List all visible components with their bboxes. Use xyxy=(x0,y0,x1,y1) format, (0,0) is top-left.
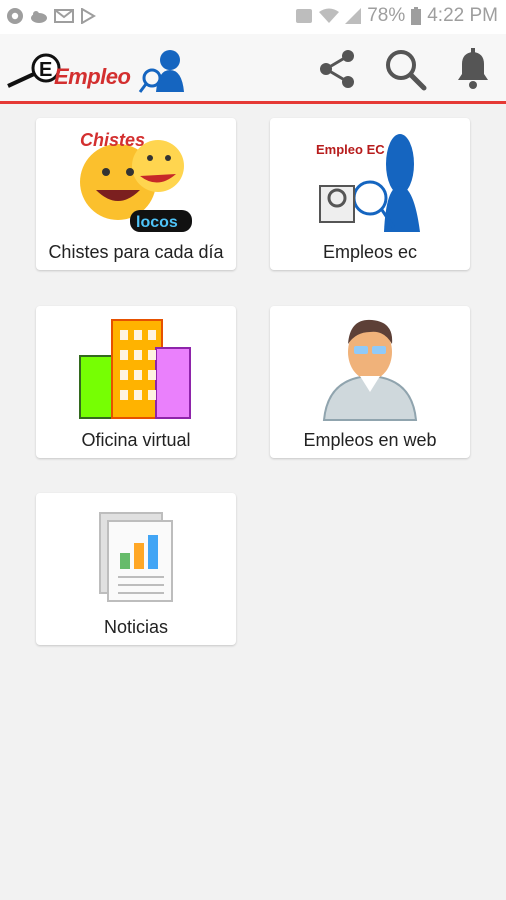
play-store-icon xyxy=(81,8,96,24)
svg-text:E: E xyxy=(39,59,52,81)
card-label: Chistes para cada día xyxy=(48,242,224,262)
locos-image-text: locos xyxy=(136,214,178,231)
mail-icon xyxy=(54,9,74,23)
signal-icon xyxy=(345,8,362,24)
card-empleos-en-web[interactable]: Empleos en web xyxy=(270,306,470,458)
businessman-avatar-icon xyxy=(322,319,418,421)
laughing-emoji-icon: Chistes locos xyxy=(80,130,192,232)
logo-text: Empleo xyxy=(54,64,131,89)
app-bar-divider xyxy=(0,101,506,104)
newspaper-chart-icon xyxy=(99,512,173,602)
card-chistes[interactable]: Chistes locos Chistes para cada día xyxy=(36,118,236,270)
buildings-icon xyxy=(79,319,191,419)
app-logo: E Empleo xyxy=(4,46,194,94)
card-label: Empleos ec xyxy=(322,242,418,262)
clock: 4:22 PM xyxy=(427,5,498,26)
nfc-icon xyxy=(296,9,313,23)
employee-search-icon: Empleo EC xyxy=(316,134,420,232)
system-status: 78% 4:22 PM xyxy=(295,5,498,27)
app-bar: E Empleo xyxy=(0,34,506,104)
search-icon[interactable] xyxy=(382,46,428,92)
card-noticias[interactable]: Noticias xyxy=(36,493,236,645)
card-label: Empleos en web xyxy=(303,430,437,450)
battery-percentage: 78% xyxy=(367,5,406,26)
notification-icons xyxy=(6,7,96,25)
card-empleos-ec[interactable]: Empleo EC Empleos ec xyxy=(270,118,470,270)
card-oficina-virtual[interactable]: Oficina virtual xyxy=(36,306,236,458)
empleo-ec-image-text: Empleo EC xyxy=(316,142,385,157)
wifi-icon xyxy=(319,8,340,23)
chistes-image-text: Chistes xyxy=(80,130,145,150)
chrome-icon xyxy=(7,8,23,24)
status-bar: 78% 4:22 PM xyxy=(0,0,506,34)
share-icon[interactable] xyxy=(314,46,360,92)
weather-icon xyxy=(31,11,47,23)
card-label: Oficina virtual xyxy=(81,430,191,450)
bell-icon[interactable] xyxy=(450,46,496,92)
battery-icon xyxy=(411,7,422,25)
person-magnifier-icon xyxy=(138,50,184,93)
card-label: Noticias xyxy=(103,617,169,637)
